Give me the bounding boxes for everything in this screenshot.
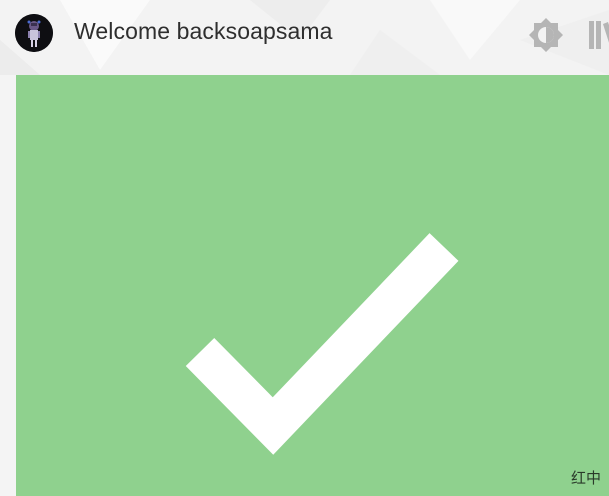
welcome-message: Welcome backsoapsama <box>74 18 333 44</box>
avatar-image <box>15 14 53 52</box>
success-panel <box>16 75 609 496</box>
ime-indicator: 红中 <box>570 470 601 487</box>
user-avatar[interactable] <box>15 14 53 52</box>
checkmark-icon <box>185 233 459 455</box>
header: Welcome backsoapsama <box>0 0 609 68</box>
brightness-icon[interactable] <box>528 17 564 53</box>
library-icon[interactable] <box>587 17 609 53</box>
